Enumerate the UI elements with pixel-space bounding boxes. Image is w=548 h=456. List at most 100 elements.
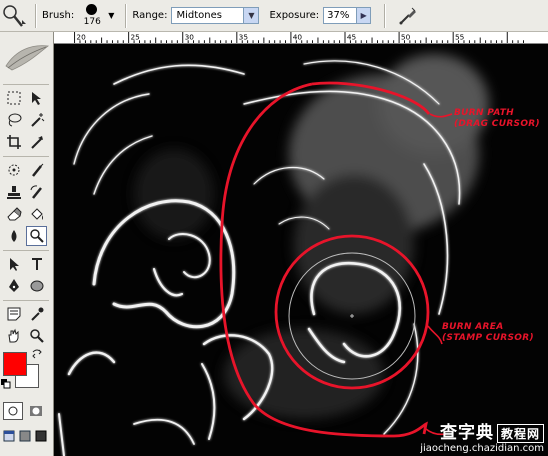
- path-selection-tool[interactable]: [3, 254, 24, 274]
- toolbox-separator: [3, 84, 49, 85]
- notes-icon: [7, 307, 20, 321]
- zoom-icon: [29, 329, 44, 343]
- quick-mask-icon: [30, 406, 42, 416]
- healing-brush-icon: [8, 164, 19, 176]
- skull-artwork: [54, 44, 548, 456]
- tool-preset-picker[interactable]: [0, 0, 30, 32]
- watermark-boxed-text: 教程网: [496, 423, 544, 443]
- clone-stamp-icon: [6, 186, 21, 199]
- brush-tip-preview: [86, 3, 98, 15]
- pen-tool[interactable]: [3, 276, 24, 296]
- move-icon: [31, 92, 41, 105]
- ruler-label: 40: [293, 32, 303, 41]
- type-icon: [31, 258, 42, 270]
- feather-logo-icon: [5, 45, 50, 71]
- ruler-label: 20: [76, 32, 86, 41]
- history-brush-icon: [30, 185, 42, 199]
- options-bar: Brush: 176 ▼ Range: Midtones ▼ Exposure:…: [0, 0, 548, 32]
- ellipse-shape-icon: [30, 280, 43, 292]
- notes-tool[interactable]: [3, 304, 24, 324]
- lasso-icon: [8, 113, 21, 127]
- burn-path-subtitle: (DRAG CURSOR): [454, 119, 540, 129]
- eyedropper-tool[interactable]: [26, 304, 47, 324]
- hand-tool[interactable]: [3, 326, 24, 346]
- document-canvas[interactable]: BURN PATH (DRAG CURSOR) BURN AREA (STAMP…: [54, 44, 548, 456]
- magic-wand-icon: [30, 113, 44, 127]
- watermark-title: 查字典: [439, 423, 494, 443]
- move-tool[interactable]: [26, 88, 47, 108]
- clone-stamp-tool[interactable]: [3, 182, 24, 202]
- range-select[interactable]: Midtones ▼: [171, 7, 260, 24]
- crop-icon: [6, 135, 21, 149]
- marquee-tool[interactable]: [3, 88, 24, 108]
- paint-bucket-icon: [30, 208, 43, 220]
- screen-mode-full[interactable]: [33, 428, 49, 444]
- options-separator: [35, 3, 37, 28]
- screen-mode-icon: [3, 430, 15, 442]
- airbrush-icon[interactable]: [397, 5, 419, 27]
- range-label: Range:: [132, 10, 168, 21]
- ruler-label: 45: [347, 32, 357, 41]
- burn-tool-icon: [29, 229, 44, 243]
- options-separator: [384, 3, 387, 28]
- lasso-tool[interactable]: [3, 110, 24, 130]
- crop-tool[interactable]: [3, 132, 24, 152]
- brush-size-value: 176: [83, 16, 101, 27]
- marquee-icon: [7, 91, 20, 105]
- slice-icon: [30, 136, 43, 149]
- ruler-label: 50: [401, 32, 411, 41]
- exposure-slider-arrow-icon[interactable]: ▶: [357, 7, 372, 24]
- toolbox-separator: [3, 300, 49, 301]
- screen-mode-icon: [35, 430, 47, 442]
- foreground-color-swatch[interactable]: [3, 352, 27, 376]
- eraser-tool[interactable]: [3, 204, 24, 224]
- screen-mode-icon: [19, 430, 31, 442]
- healing-brush-tool[interactable]: [3, 160, 24, 180]
- burn-path-label: BURN PATH (DRAG CURSOR): [454, 108, 540, 130]
- exposure-input[interactable]: 37%: [323, 7, 358, 24]
- range-select-value: Midtones: [176, 10, 222, 21]
- burn-path-title: BURN PATH: [454, 108, 515, 118]
- burn-area-subtitle: (STAMP CURSOR): [442, 333, 534, 343]
- hand-icon: [7, 328, 18, 343]
- burn-tool[interactable]: [26, 226, 47, 246]
- swap-colors-icon[interactable]: [31, 348, 43, 360]
- burn-area-label: BURN AREA (STAMP CURSOR): [442, 322, 534, 344]
- eraser-icon: [6, 207, 22, 221]
- watermark-url: jiaocheng.chazidian.com: [420, 443, 544, 454]
- chevron-down-icon[interactable]: ▼: [243, 8, 259, 23]
- shape-tool[interactable]: [26, 276, 47, 296]
- type-tool[interactable]: [26, 254, 47, 274]
- zoom-tool[interactable]: [26, 326, 47, 346]
- brush-picker[interactable]: 176: [78, 0, 104, 32]
- burn-area-title: BURN AREA: [442, 322, 504, 332]
- ruler-label: 25: [131, 32, 141, 41]
- ruler-label: 35: [239, 32, 249, 41]
- pen-icon: [8, 279, 19, 292]
- brush-label: Brush:: [42, 10, 75, 21]
- burn-tool-preset-icon: [3, 4, 26, 27]
- default-colors-icon[interactable]: [0, 378, 12, 390]
- brush-dropdown-arrow-icon[interactable]: ▼: [108, 11, 114, 20]
- watermark: 查字典 教程网 jiaocheng.chazidian.com: [420, 418, 544, 454]
- magic-wand-tool[interactable]: [26, 110, 47, 130]
- standard-mode-icon: [8, 406, 18, 416]
- path-selection-icon: [9, 258, 19, 271]
- options-separator: [125, 3, 128, 28]
- horizontal-ruler: 20 25 30 35 40 45 50 55: [54, 32, 548, 44]
- brush-tool[interactable]: [26, 160, 47, 180]
- screen-mode-standard[interactable]: [1, 428, 17, 444]
- slice-tool[interactable]: [26, 132, 47, 152]
- brush-icon: [31, 163, 43, 177]
- ruler-label: 30: [185, 32, 195, 41]
- toolbox-separator: [3, 156, 49, 157]
- toolbox-separator: [3, 250, 49, 251]
- blur-tool[interactable]: [3, 226, 24, 246]
- quick-mask-button[interactable]: [26, 402, 46, 420]
- standard-mode-button[interactable]: [3, 402, 23, 420]
- paint-bucket-tool[interactable]: [26, 204, 47, 224]
- screen-mode-full-menu[interactable]: [17, 428, 33, 444]
- blur-drop-icon: [11, 230, 16, 242]
- history-brush-tool[interactable]: [26, 182, 47, 202]
- ruler-label: 55: [455, 32, 465, 41]
